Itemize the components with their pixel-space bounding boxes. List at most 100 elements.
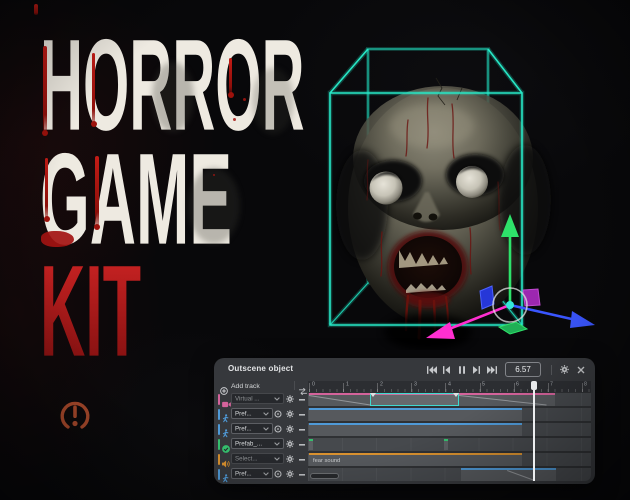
gear-icon[interactable] bbox=[286, 410, 294, 418]
clip-label: fear sound bbox=[313, 457, 341, 464]
blood-speck bbox=[243, 98, 246, 101]
timeline-clip[interactable] bbox=[309, 408, 523, 421]
record-icon[interactable] bbox=[274, 410, 282, 418]
gear-icon[interactable] bbox=[286, 395, 294, 403]
track-header-1: Virtual ... bbox=[218, 393, 308, 408]
track-color-bar bbox=[218, 424, 220, 435]
ruler-tick bbox=[479, 383, 481, 392]
blood-pool bbox=[41, 231, 74, 247]
ruler-tick-label: 6 bbox=[516, 381, 520, 387]
track-header-6: Pref... bbox=[218, 468, 308, 483]
selected-clip-region[interactable] bbox=[370, 393, 460, 406]
track-header-5: Select... bbox=[218, 453, 308, 468]
divider bbox=[294, 381, 295, 390]
clip-handle[interactable] bbox=[370, 393, 377, 397]
step-forward-icon[interactable] bbox=[471, 363, 482, 376]
blood-speck bbox=[213, 174, 215, 176]
header-divider bbox=[551, 364, 552, 375]
activation-marker[interactable] bbox=[309, 439, 313, 450]
gear-icon[interactable] bbox=[286, 440, 294, 448]
ruler-tick-label: 2 bbox=[379, 381, 383, 387]
ruler-tick-label: 8 bbox=[584, 381, 588, 387]
track-color-bar bbox=[218, 439, 220, 450]
timeline-panel: Outscene object 6.57 Add track Virtual .… bbox=[214, 358, 595, 484]
gizmo-center-handle bbox=[506, 301, 514, 309]
close-icon[interactable] bbox=[575, 363, 586, 376]
ruler-tick-label: 5 bbox=[482, 381, 485, 387]
blood-drip bbox=[91, 53, 97, 127]
minus-icon[interactable] bbox=[299, 474, 305, 476]
publisher-logo bbox=[56, 396, 94, 434]
track-color-bar bbox=[218, 469, 220, 480]
add-track-label: Add track bbox=[231, 382, 260, 390]
ruler-tick bbox=[513, 383, 515, 392]
playhead[interactable] bbox=[530, 381, 537, 481]
blood-drip bbox=[44, 158, 50, 222]
time-ruler[interactable]: 0 1 2 3 4 5 6 7 8 bbox=[308, 381, 591, 392]
blood-drip bbox=[228, 58, 234, 98]
timeline-lane-4 bbox=[308, 438, 591, 451]
minus-icon[interactable] bbox=[299, 414, 305, 416]
person-icon bbox=[222, 470, 229, 488]
skip-end-icon[interactable] bbox=[486, 363, 497, 376]
blood-drip bbox=[34, 4, 38, 15]
activation-marker[interactable] bbox=[443, 439, 448, 450]
timeline-lane-3 bbox=[308, 423, 591, 436]
ruler-tick-label: 3 bbox=[413, 381, 417, 387]
timeline-region: 0 1 2 3 4 5 6 7 8 fear sound bbox=[308, 381, 591, 481]
ruler-tick bbox=[547, 383, 549, 392]
add-track-row[interactable]: Add track bbox=[218, 381, 308, 396]
timeline-lane-1 bbox=[308, 393, 591, 406]
track-header-4: Prefab_... bbox=[218, 438, 308, 453]
chevron-down-icon bbox=[263, 411, 269, 416]
gear-icon[interactable] bbox=[286, 455, 294, 463]
track-binding-dropdown[interactable]: Pref... bbox=[231, 423, 273, 434]
time-display[interactable]: 6.57 bbox=[505, 362, 541, 377]
gear-icon[interactable] bbox=[286, 470, 294, 478]
timeline-clip[interactable] bbox=[309, 423, 523, 436]
track-binding-dropdown[interactable]: Pref... bbox=[231, 468, 273, 479]
chevron-down-icon bbox=[274, 456, 280, 461]
blood-drip bbox=[42, 46, 48, 136]
track-list-column: Add track Virtual ... Pref... Pref... Prefa… bbox=[218, 381, 308, 483]
settings-icon[interactable] bbox=[559, 363, 570, 376]
ruler-tick-label: 4 bbox=[447, 381, 451, 387]
ruler-tick bbox=[343, 383, 345, 392]
blood-drip bbox=[94, 156, 100, 230]
track-color-bar bbox=[218, 454, 220, 465]
minus-icon[interactable] bbox=[299, 399, 305, 401]
timeline-clip[interactable] bbox=[460, 468, 557, 481]
minus-icon[interactable] bbox=[299, 429, 305, 431]
ruler-tick-label: 7 bbox=[550, 381, 554, 387]
chevron-down-icon bbox=[263, 471, 269, 476]
track-header-3: Pref... bbox=[218, 423, 308, 438]
pause-icon[interactable] bbox=[456, 363, 467, 376]
horizontal-scrollbar[interactable] bbox=[310, 473, 339, 479]
grunge-blotch bbox=[252, 68, 294, 134]
clip-handle[interactable] bbox=[453, 393, 460, 397]
track-color-bar bbox=[218, 409, 220, 420]
track-binding-dropdown[interactable]: Virtual ... bbox=[231, 393, 284, 404]
skip-start-icon[interactable] bbox=[426, 363, 437, 376]
timeline-lane-2 bbox=[308, 408, 591, 421]
record-icon[interactable] bbox=[274, 470, 282, 478]
grunge-blotch bbox=[188, 168, 240, 244]
track-binding-dropdown[interactable]: Select... bbox=[231, 453, 284, 464]
timeline-clip[interactable]: fear sound bbox=[309, 453, 523, 466]
scene-3d-viewport bbox=[315, 36, 615, 350]
track-binding-dropdown[interactable]: Pref... bbox=[231, 408, 273, 419]
ruler-tick bbox=[377, 383, 379, 392]
minus-icon[interactable] bbox=[299, 444, 305, 446]
record-icon[interactable] bbox=[274, 425, 282, 433]
track-binding-dropdown[interactable]: Prefab_... bbox=[231, 438, 284, 449]
gear-icon[interactable] bbox=[286, 425, 294, 433]
chevron-down-icon bbox=[274, 396, 280, 401]
blood-speck bbox=[233, 118, 236, 121]
ruler-tick-label: 1 bbox=[345, 381, 349, 387]
step-back-icon[interactable] bbox=[441, 363, 452, 376]
minus-icon[interactable] bbox=[299, 459, 305, 461]
ruler-tick bbox=[581, 383, 583, 392]
playhead-handle[interactable] bbox=[530, 381, 537, 390]
timeline-lane-6 bbox=[308, 468, 591, 481]
track-header-2: Pref... bbox=[218, 408, 308, 423]
